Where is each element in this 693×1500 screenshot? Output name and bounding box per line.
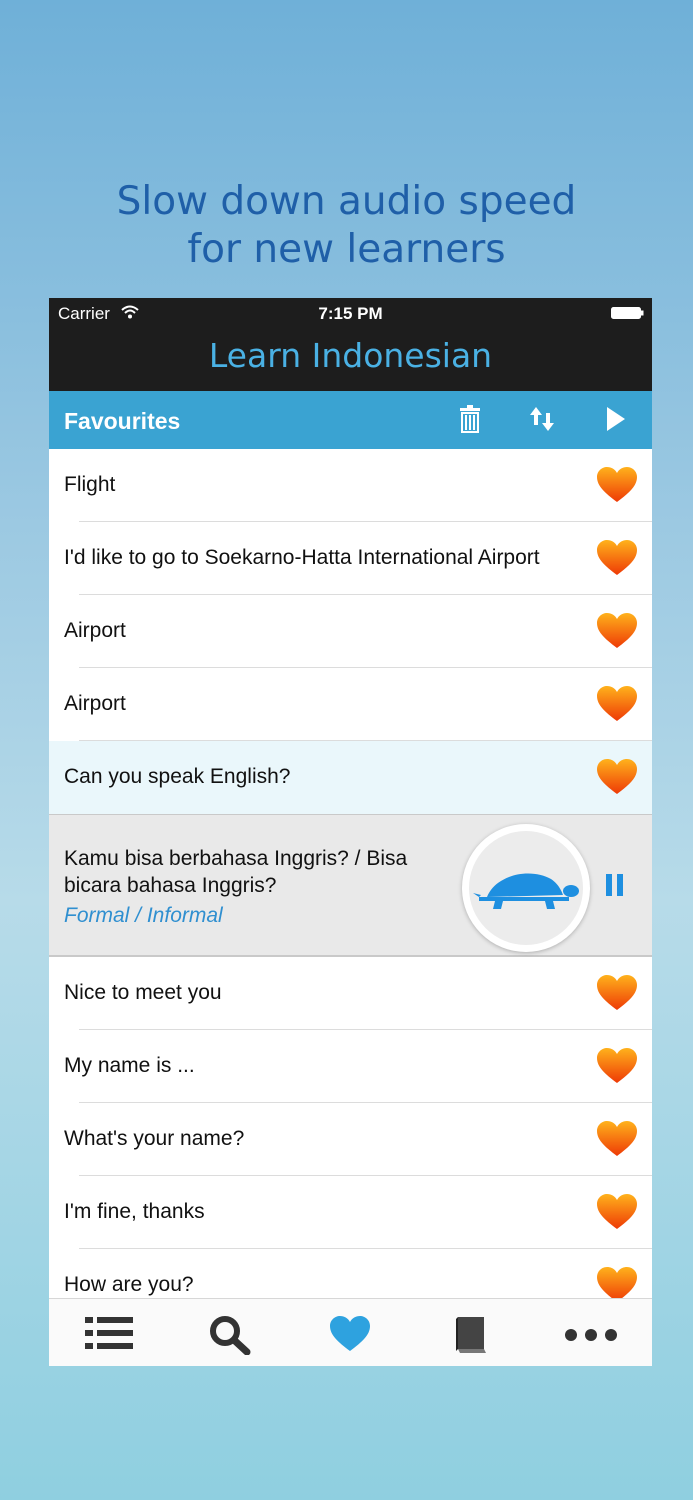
list-item[interactable]: Flight <box>49 449 652 522</box>
phrase-text: Flight <box>64 473 116 496</box>
heart-icon[interactable] <box>596 974 638 1012</box>
phrase-text: Airport <box>64 619 126 642</box>
heart-icon[interactable] <box>596 539 638 577</box>
translation-variant: Formal / Informal <box>64 904 223 927</box>
list-item[interactable]: Airport <box>49 595 652 668</box>
more-icon[interactable] <box>563 1315 619 1351</box>
list-item[interactable]: I'd like to go to Soekarno-Hatta Interna… <box>49 522 652 595</box>
heart-icon[interactable] <box>596 1193 638 1231</box>
list-item[interactable]: Airport <box>49 668 652 741</box>
status-bar: Carrier 7:15 PM <box>49 298 652 328</box>
list-item[interactable]: My name is ... <box>49 1030 652 1103</box>
tab-bar <box>49 1298 652 1366</box>
phrase-text: What's your name? <box>64 1127 245 1150</box>
turtle-icon <box>473 873 579 909</box>
pause-icon[interactable] <box>604 873 626 897</box>
phrase-text: I'd like to go to Soekarno-Hatta Interna… <box>64 546 540 569</box>
trash-icon[interactable] <box>458 405 482 433</box>
list-item[interactable]: Nice to meet you <box>49 957 652 1030</box>
phrase-text: My name is ... <box>64 1054 195 1077</box>
slow-speed-button[interactable] <box>462 824 590 952</box>
slow-speed-button-face <box>469 831 583 945</box>
app-title: Learn Indonesian <box>49 328 652 391</box>
phrase-list: Flight I'd like to go to Soekarno-Hatta … <box>49 449 652 1322</box>
favourites-toolbar: Favourites <box>49 391 652 449</box>
translation-text: Kamu bisa berbahasa Inggris? / Bisa bica… <box>64 847 408 897</box>
list-item[interactable]: What's your name? <box>49 1103 652 1176</box>
heart-icon[interactable] <box>327 1315 373 1353</box>
list-icon[interactable] <box>85 1315 133 1351</box>
search-icon[interactable] <box>209 1315 251 1355</box>
heart-icon[interactable] <box>596 758 638 796</box>
headline-line-1: Slow down audio speed <box>116 179 577 224</box>
list-item-selected[interactable]: Can you speak English? <box>49 741 652 814</box>
translation-panel: Kamu bisa berbahasa Inggris? / Bisa bica… <box>49 814 652 957</box>
headline-line-2: for new learners <box>187 227 506 272</box>
battery-icon <box>611 307 644 319</box>
phone-screen: Carrier 7:15 PM Learn Indonesian Favouri… <box>49 298 652 1366</box>
status-time: 7:15 PM <box>318 304 383 323</box>
toolbar-title: Favourites <box>64 408 181 434</box>
play-icon[interactable] <box>605 405 627 433</box>
sort-icon[interactable] <box>528 405 556 433</box>
heart-icon[interactable] <box>596 466 638 504</box>
heart-icon[interactable] <box>596 612 638 650</box>
heart-icon[interactable] <box>596 1120 638 1158</box>
phrase-text: How are you? <box>64 1273 194 1296</box>
phrase-text: I'm fine, thanks <box>64 1200 205 1223</box>
heart-icon[interactable] <box>596 1047 638 1085</box>
phrase-text: Airport <box>64 692 126 715</box>
phrase-text: Can you speak English? <box>64 765 291 788</box>
list-item[interactable]: I'm fine, thanks <box>49 1176 652 1249</box>
promo-headline: Slow down audio speed for new learners <box>0 178 693 274</box>
heart-icon[interactable] <box>596 685 638 723</box>
book-icon[interactable] <box>454 1315 488 1355</box>
phrase-text: Nice to meet you <box>64 981 222 1004</box>
